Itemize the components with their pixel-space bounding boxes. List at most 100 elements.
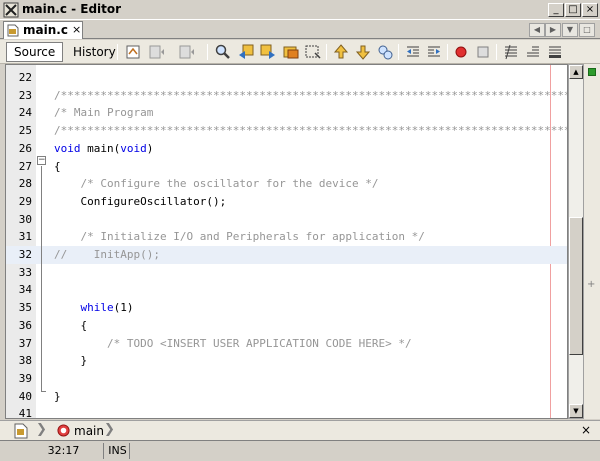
comment-icon[interactable] [502, 43, 520, 61]
app-icon [3, 2, 19, 18]
code-text: /* Configure the oscillator for the devi… [54, 177, 379, 191]
code-line[interactable]: 38 } [6, 352, 567, 370]
code-line[interactable]: 23 /*************************************… [6, 87, 568, 105]
no-errors-icon [588, 68, 596, 76]
code-line[interactable]: 35 while(1) [6, 299, 567, 317]
shift-right-icon[interactable] [425, 43, 443, 61]
back-icon[interactable] [148, 43, 166, 61]
start-macro-recording-icon[interactable] [452, 43, 470, 61]
breadcrumb-function-main[interactable]: main [74, 424, 104, 438]
toggle-bookmark-icon[interactable] [376, 43, 394, 61]
code-line[interactable]: 41 [6, 405, 567, 418]
line-number: 39 [18, 371, 32, 385]
next-bookmark-icon[interactable] [354, 43, 372, 61]
close-window-button[interactable]: × [582, 3, 598, 17]
tab-scroll-left-icon[interactable]: ◀ [529, 23, 545, 37]
navigation-breadcrumb: ❯ main ❯ × [0, 420, 600, 440]
code-line[interactable]: 30 [6, 211, 567, 229]
toolbar-separator [326, 44, 327, 60]
breadcrumb-chevron-icon: ❯ [36, 422, 47, 437]
tab-main-c[interactable]: main.c × [3, 21, 83, 39]
uncomment-icon[interactable] [524, 43, 542, 61]
code-text: /***************************************… [54, 88, 568, 102]
code-line[interactable]: 36 { [6, 317, 567, 335]
line-number: 23 [18, 88, 32, 102]
code-line[interactable]: 27 { [6, 158, 567, 176]
code-line[interactable]: 28 /* Configure the oscillator for the d… [6, 175, 567, 193]
source-file-icon[interactable] [13, 423, 29, 439]
code-line[interactable]: 31 /* Initialize I/O and Peripherals for… [6, 228, 567, 246]
tab-close-icon[interactable]: × [72, 23, 81, 36]
line-number: 28 [18, 177, 32, 191]
stripe-plus-icon: + [587, 279, 596, 290]
scroll-down-icon[interactable]: ▼ [569, 404, 583, 418]
shift-left-icon[interactable] [404, 43, 422, 61]
editor-toolbar: Source History [0, 40, 600, 64]
fold-toggle-icon[interactable]: − [37, 156, 46, 165]
stop-macro-recording-icon[interactable] [474, 43, 492, 61]
code-text: /* TODO <INSERT USER APPLICATION CODE HE… [54, 336, 412, 350]
line-number: 25 [18, 124, 32, 138]
code-text: } [54, 354, 88, 368]
line-number: 38 [18, 354, 32, 368]
tab-label: main.c [23, 23, 68, 37]
function-icon [57, 424, 70, 437]
toggle-highlight-icon[interactable] [282, 43, 300, 61]
line-number: 26 [18, 141, 32, 155]
code-line[interactable]: 34 [6, 281, 567, 299]
code-text: ConfigureOscillator(); [54, 194, 227, 208]
code-text: /***************************************… [54, 124, 568, 138]
history-tab[interactable]: History [65, 42, 124, 62]
find-next-icon[interactable] [259, 43, 277, 61]
error-stripe: + [584, 64, 600, 419]
code-line[interactable]: 25 /*************************************… [6, 122, 568, 140]
minimize-button[interactable]: _ [548, 3, 564, 17]
forward-icon[interactable] [178, 43, 196, 61]
code-text: { [54, 318, 88, 332]
code-line[interactable]: 37 /* TODO <INSERT USER APPLICATION CODE… [6, 335, 567, 353]
tab-list-dropdown-icon[interactable]: ▼ [562, 23, 578, 37]
code-line[interactable]: 26 void main(void) [6, 140, 567, 158]
cursor-position: 32:17 [4, 443, 104, 459]
toolbar-separator [447, 44, 448, 60]
maximize-editor-icon[interactable]: □ [579, 23, 595, 37]
vertical-scrollbar[interactable]: ▲ ▼ [568, 64, 584, 419]
source-tab[interactable]: Source [6, 42, 64, 62]
code-line[interactable]: 24 /* Main Program */ [6, 104, 567, 122]
close-breadcrumb-icon[interactable]: × [581, 423, 591, 437]
fold-guide-end [41, 391, 46, 392]
toolbar-separator [207, 44, 208, 60]
fold-guide [41, 166, 42, 392]
window-title: main.c - Editor [22, 2, 122, 16]
code-text: while(1) [80, 301, 134, 315]
scroll-up-icon[interactable]: ▲ [569, 65, 583, 79]
maximize-button[interactable]: □ [565, 3, 581, 17]
code-text: { [54, 159, 61, 173]
previous-bookmark-icon[interactable] [332, 43, 350, 61]
breadcrumb-chevron-icon[interactable]: ❯ [104, 422, 115, 437]
toggle-rectangular-selection-icon[interactable] [304, 43, 322, 61]
toolbar-separator [496, 44, 497, 60]
line-number: 35 [18, 301, 32, 315]
toolbar-separator [398, 44, 399, 60]
line-number: 30 [18, 212, 32, 226]
code-line[interactable]: 29 ConfigureOscillator(); [6, 193, 567, 211]
tab-scroll-right-icon[interactable]: ▶ [545, 23, 561, 37]
line-number: 34 [18, 283, 32, 297]
editor-settings-icon[interactable] [546, 43, 564, 61]
code-line[interactable]: 22 [6, 69, 567, 87]
last-edit-icon[interactable] [124, 43, 142, 61]
code-line[interactable]: 32 // InitApp(); [6, 246, 567, 264]
code-editor[interactable]: 22 23 /***********************************… [5, 64, 568, 419]
scroll-thumb[interactable] [569, 217, 583, 355]
code-text: // InitApp(); [54, 248, 160, 261]
code-line[interactable]: 40} [6, 388, 567, 406]
code-line[interactable]: 39 [6, 370, 567, 388]
code-line[interactable]: 33 [6, 264, 567, 282]
line-number: 29 [18, 194, 32, 208]
line-number: 36 [18, 318, 32, 332]
code-text: /* Initialize I/O and Peripherals for ap… [54, 230, 425, 244]
find-previous-icon[interactable] [237, 43, 255, 61]
find-icon[interactable] [214, 43, 232, 61]
line-number: 37 [18, 336, 32, 350]
